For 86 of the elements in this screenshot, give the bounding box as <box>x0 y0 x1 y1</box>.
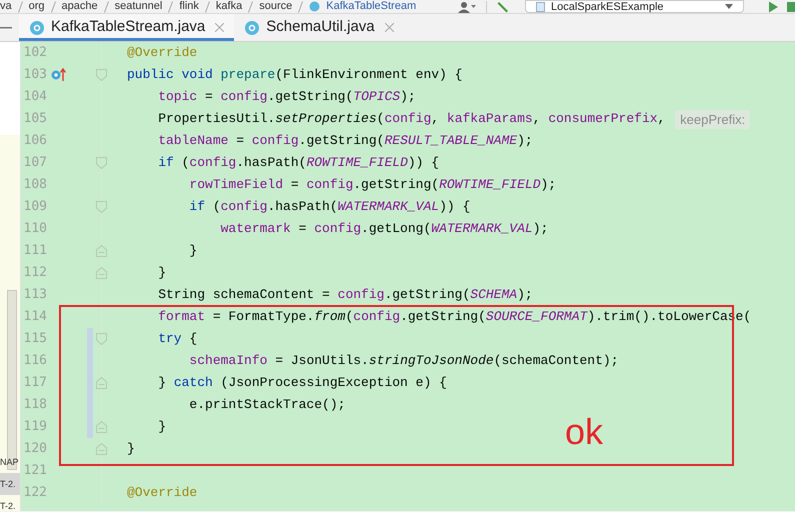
file-icon <box>536 2 545 12</box>
line-number: 111 <box>22 242 47 260</box>
line-number: 114 <box>22 308 47 326</box>
code-line: topic = config.getString(TOPICS); <box>157 88 416 106</box>
annotation-text: ok <box>565 410 604 454</box>
separator-icon <box>298 0 304 12</box>
debug-icon[interactable] <box>787 0 795 12</box>
class-icon <box>244 20 260 36</box>
line-number: 102 <box>22 44 47 62</box>
code-line: rowTimeField = config.getString(ROWTIME_FIELD); <box>188 176 556 194</box>
line-number: 121 <box>22 462 47 480</box>
change-marker[interactable] <box>87 416 93 438</box>
code-line: } catch (JsonProcessingException e) { <box>157 374 447 392</box>
code-line: schemaInfo = JsonUtils.stringToJsonNode(schemaContent); <box>188 352 619 370</box>
separator-icon <box>168 0 174 12</box>
breadcrumb-item[interactable]: apache <box>62 0 98 13</box>
fold-marker-icon[interactable] <box>96 69 107 81</box>
code-line: @Override <box>127 44 198 62</box>
parameter-hint: keepPrefix: <box>675 110 750 128</box>
separator-icon <box>204 0 210 12</box>
line-number: 109 <box>22 198 47 216</box>
breadcrumb-item[interactable]: KafkaTableStream <box>326 0 416 13</box>
code-line: PropertiesUtil.setProperties(config, kafkaParams, consumerPrefix, <box>157 110 666 128</box>
line-number: 107 <box>22 154 47 172</box>
separator-icon <box>104 0 109 12</box>
line-number: 108 <box>22 176 47 194</box>
panel-item[interactable]: T-2. <box>0 473 20 495</box>
code-line: tableName = config.getString(RESULT_TABLE_NAME); <box>157 132 533 150</box>
line-number: 105 <box>22 110 47 128</box>
code-line: e.printStackTrace(); <box>188 396 346 414</box>
fold-marker-icon[interactable] <box>96 157 107 169</box>
code-line: watermark = config.getLong(WATERMARK_VAL); <box>220 220 548 238</box>
line-number: 122 <box>22 484 47 502</box>
code-line: public void prepare(FlinkEnvironment env) { <box>127 66 462 84</box>
line-number: 106 <box>22 132 47 150</box>
breadcrumb-item[interactable]: kafka <box>216 0 242 13</box>
minimize-icon[interactable] <box>0 26 12 28</box>
line-number: 103 <box>22 66 47 84</box>
run-icon[interactable] <box>768 0 779 12</box>
code-line: } <box>157 418 166 436</box>
line-number: 112 <box>22 264 47 282</box>
panel-item[interactable]: NAP <box>0 451 20 473</box>
class-icon <box>309 1 320 12</box>
fold-marker-icon[interactable] <box>96 421 107 433</box>
editor-tab[interactable]: KafkaTableStream.java <box>19 14 234 41</box>
breadcrumb-item[interactable]: org <box>28 0 45 13</box>
line-number: 117 <box>22 374 47 392</box>
panel-item[interactable]: T-2. <box>0 495 20 511</box>
fold-marker-icon[interactable] <box>96 267 107 279</box>
breadcrumb-item[interactable]: source <box>259 0 292 13</box>
separator-icon <box>248 0 254 12</box>
fold-marker-icon[interactable] <box>96 201 107 213</box>
caret-icon <box>725 4 733 10</box>
code-line: try { <box>157 330 198 348</box>
line-number: 116 <box>22 352 47 370</box>
line-number: 115 <box>22 330 47 348</box>
line-number: 120 <box>22 440 47 458</box>
code-line: } <box>157 264 166 282</box>
fold-marker-icon[interactable] <box>96 245 107 257</box>
fold-marker-icon[interactable] <box>96 333 107 345</box>
code-line: } <box>188 242 198 260</box>
class-icon <box>29 20 45 36</box>
separator-icon <box>18 0 23 12</box>
line-number: 104 <box>22 88 47 106</box>
user-icon[interactable] <box>458 0 476 12</box>
code-line: String schemaContent = config.getString(SCHEMA); <box>157 286 533 304</box>
breadcrumb-item[interactable]: va <box>0 0 12 13</box>
code-line: } <box>127 440 135 458</box>
code-line: if (config.hasPath(WATERMARK_VAL)) { <box>188 198 470 216</box>
line-number: 113 <box>22 286 47 304</box>
code-line: @Override <box>127 484 198 502</box>
breadcrumb-item[interactable]: flink <box>179 0 199 13</box>
close-icon[interactable] <box>384 23 394 32</box>
override-icon[interactable] <box>51 68 67 82</box>
code-line: if (config.hasPath(ROWTIME_FIELD)) { <box>157 154 440 172</box>
breadcrumb-item[interactable]: seatunnel <box>114 0 162 13</box>
editor-tab[interactable]: SchemaUtil.java <box>234 14 404 41</box>
line-number: 118 <box>22 396 47 414</box>
close-icon[interactable] <box>215 23 224 32</box>
fold-marker-icon[interactable] <box>96 443 107 455</box>
run-config-dropdown[interactable]: LocalSparkESExample <box>525 0 744 13</box>
change-marker[interactable] <box>87 328 93 350</box>
line-number: 119 <box>22 418 47 436</box>
separator-icon <box>50 0 56 12</box>
fold-marker-icon[interactable] <box>96 377 107 389</box>
line-number: 110 <box>22 220 47 238</box>
